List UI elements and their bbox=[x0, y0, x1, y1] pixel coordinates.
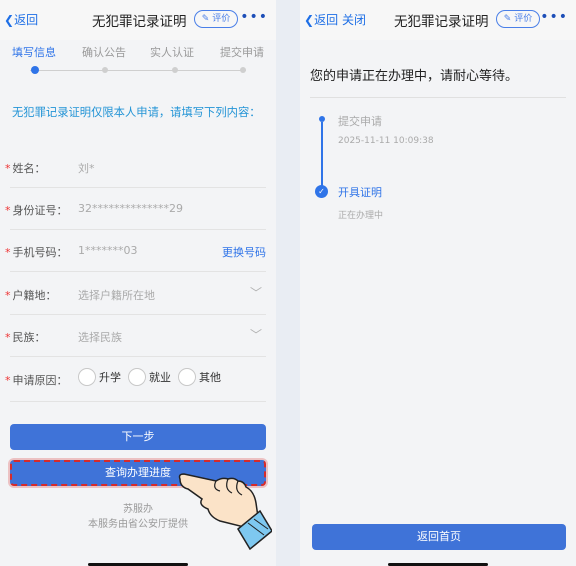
step-1-dot bbox=[31, 66, 39, 74]
household-select[interactable]: * 户籍地： 选择户籍所在地 ﹀ bbox=[5, 273, 266, 315]
change-phone-link[interactable]: 更换号码 bbox=[222, 244, 266, 260]
step-4-dot bbox=[240, 67, 246, 73]
rate-button[interactable]: ✎ 评价 bbox=[496, 10, 540, 28]
name-label: 姓名： bbox=[12, 162, 46, 175]
page-title: 无犯罪记录证明 bbox=[92, 14, 187, 30]
ethnicity-label: 民族： bbox=[12, 331, 46, 344]
phone-field[interactable]: * 手机号码： 1*******03 更换号码 bbox=[5, 230, 266, 272]
pencil-icon: ✎ bbox=[503, 14, 512, 24]
timeline-step-2-title: 开具证明 bbox=[338, 186, 382, 199]
ethnicity-select[interactable]: * 民族： 选择民族 ﹀ bbox=[5, 315, 266, 357]
id-number-field[interactable]: * 身份证号： 32**************29 bbox=[5, 188, 266, 230]
phone-label: 手机号码： bbox=[12, 246, 68, 259]
radio-circle-icon bbox=[128, 368, 146, 386]
pencil-icon: ✎ bbox=[201, 14, 210, 24]
reason-option-other[interactable]: 其他 bbox=[178, 368, 221, 386]
more-menu-button[interactable]: ••• bbox=[540, 9, 568, 25]
status-message: 您的申请正在办理中，请耐心等待。 bbox=[310, 69, 519, 84]
step-1-label: 填写信息 bbox=[12, 46, 56, 59]
timeline-line bbox=[321, 122, 323, 189]
nav-bar: ❮返回 无犯罪记录证明 ✎ 评价 ••• bbox=[0, 0, 276, 40]
progress-screen: ❮返回 关闭 无犯罪记录证明 ✎ 评价 ••• 您的申请正在办理中，请耐心等待。… bbox=[300, 0, 576, 566]
step-track bbox=[30, 70, 246, 71]
id-number-value: 32**************29 bbox=[78, 202, 183, 215]
check-circle-icon: ✓ bbox=[315, 185, 328, 198]
chevron-left-icon: ❮ bbox=[304, 13, 315, 27]
chevron-down-icon: ﹀ bbox=[249, 286, 262, 300]
reason-option-employment[interactable]: 就业 bbox=[128, 368, 171, 386]
reason-field: * 申请原因： 升学 就业 其他 bbox=[5, 358, 266, 402]
return-home-button[interactable]: 返回首页 bbox=[312, 524, 566, 550]
reason-option-study[interactable]: 升学 bbox=[78, 368, 121, 386]
screenshot-stage: ❮返回 无犯罪记录证明 ✎ 评价 ••• 填写信息 确认公告 实人认证 提交申请… bbox=[0, 0, 576, 566]
name-value: 刘* bbox=[78, 162, 95, 175]
pointing-hand-icon bbox=[178, 473, 272, 550]
reason-label: 申请原因： bbox=[12, 374, 68, 387]
instruction-note: 无犯罪记录证明仅限本人申请，请填写下列内容： bbox=[12, 106, 261, 119]
phone-value: 1*******03 bbox=[78, 244, 138, 257]
step-2-label: 确认公告 bbox=[82, 46, 126, 59]
ethnicity-placeholder: 选择民族 bbox=[78, 331, 122, 344]
step-3-label: 实人认证 bbox=[150, 46, 194, 59]
step-2-dot bbox=[102, 67, 108, 73]
timeline-step-2-status: 正在办理中 bbox=[338, 211, 384, 221]
close-button[interactable]: 关闭 bbox=[342, 11, 366, 28]
application-form-screen: ❮返回 无犯罪记录证明 ✎ 评价 ••• 填写信息 确认公告 实人认证 提交申请… bbox=[0, 0, 276, 566]
more-menu-button[interactable]: ••• bbox=[240, 9, 268, 25]
name-field[interactable]: * 姓名： 刘* bbox=[5, 146, 266, 188]
back-button[interactable]: ❮返回 bbox=[304, 11, 338, 28]
radio-circle-icon bbox=[78, 368, 96, 386]
household-label: 户籍地： bbox=[12, 289, 57, 302]
timeline-step-1-title: 提交申请 bbox=[338, 115, 382, 128]
timeline-step-1-time: 2025-11-11 10:09:38 bbox=[338, 136, 434, 146]
step-4-label: 提交申请 bbox=[220, 46, 264, 59]
chevron-down-icon: ﹀ bbox=[249, 328, 262, 342]
id-number-label: 身份证号： bbox=[12, 204, 68, 217]
divider bbox=[310, 97, 566, 98]
household-placeholder: 选择户籍所在地 bbox=[78, 289, 155, 302]
radio-circle-icon bbox=[178, 368, 196, 386]
back-button[interactable]: ❮返回 bbox=[4, 11, 38, 28]
rate-button[interactable]: ✎ 评价 bbox=[194, 10, 238, 28]
next-step-button[interactable]: 下一步 bbox=[10, 424, 266, 450]
step-3-dot bbox=[172, 67, 178, 73]
page-title: 无犯罪记录证明 bbox=[394, 14, 489, 30]
nav-bar: ❮返回 关闭 无犯罪记录证明 ✎ 评价 ••• bbox=[300, 0, 576, 40]
chevron-left-icon: ❮ bbox=[4, 13, 15, 27]
